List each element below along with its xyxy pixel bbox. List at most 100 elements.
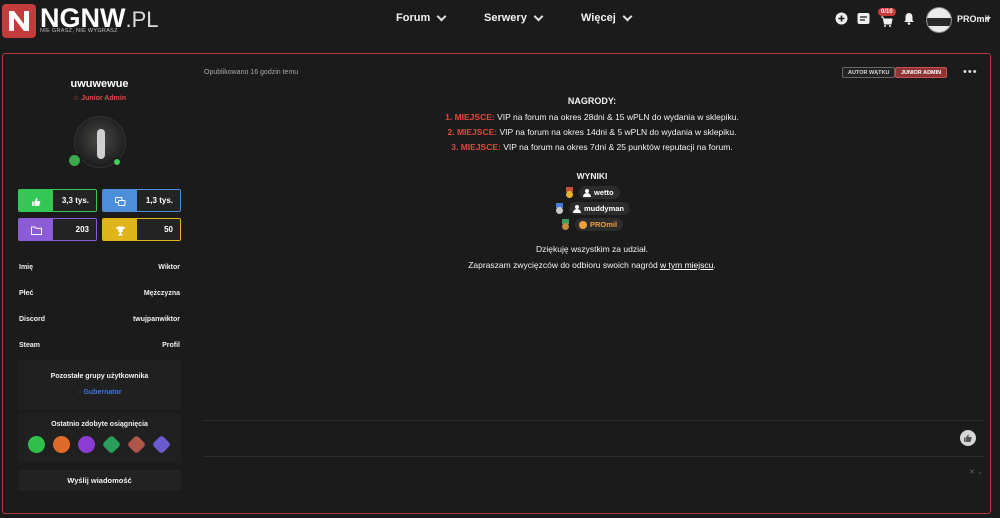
post-divider	[204, 420, 983, 421]
winner-name: PROmil	[590, 220, 618, 229]
reward-text: VIP na forum na okres 14dni & 5 wPLN do …	[497, 127, 737, 137]
reward-text: VIP na forum na okres 28dni & 15 wPLN do…	[494, 112, 739, 122]
send-message-button[interactable]: Wyślij wiadomość	[18, 470, 181, 491]
thanks-text: Dziękuję wszystkim za udział.	[536, 244, 648, 254]
achievements-box: Ostatnio zdobyte osiągnięcia	[18, 413, 181, 463]
cart-count-badge: 0/10	[878, 8, 896, 16]
winner-chip[interactable]: PROmil	[575, 218, 624, 231]
invite-suffix: .	[713, 260, 716, 270]
star-icon: ☆	[72, 95, 80, 102]
silver-medal-icon	[555, 203, 564, 214]
stat-files-value: 203	[53, 219, 96, 240]
user-icon	[583, 188, 591, 197]
stat-trophies-value: 50	[137, 219, 180, 240]
bell-icon[interactable]	[903, 12, 916, 25]
nav-serwery-label: Serwery	[484, 12, 527, 24]
reward-place: 2. MIEJSCE:	[447, 127, 498, 137]
nav-wiecej[interactable]: Więcej	[581, 11, 633, 24]
bronze-medal-icon	[561, 219, 570, 230]
achievement-icon[interactable]	[28, 436, 45, 453]
group-gubernator[interactable]: ◌ Gubernator	[18, 389, 181, 396]
nav-serwery[interactable]: Serwery	[484, 11, 544, 24]
achievement-icon[interactable]	[101, 434, 122, 455]
post-date[interactable]: Opublikowano 16 godzin temu	[204, 69, 298, 76]
stat-likes: 3,3 tys.	[18, 189, 97, 212]
thread-author-badge: AUTOR WĄTKU	[842, 67, 896, 78]
achievement-icon[interactable]	[151, 434, 172, 455]
online-status-icon	[113, 158, 121, 166]
junior-admin-badge: JUNIOR ADMIN	[895, 67, 948, 78]
info-row-discord: Discord twujpanwiktor	[18, 316, 181, 328]
invite-text: Zapraszam zwycięzców do odbioru swoich n…	[392, 260, 792, 270]
user-badge-icon	[579, 220, 587, 229]
info-value: twujpanwiktor	[132, 316, 180, 323]
user-avatar[interactable]	[926, 7, 952, 33]
info-key: Imię	[19, 264, 34, 271]
nav-wiecej-label: Więcej	[581, 12, 616, 24]
trophy-icon	[103, 219, 137, 240]
folder-icon	[19, 219, 53, 240]
author-role-label: Junior Admin	[81, 95, 127, 102]
nav-forum-label: Forum	[396, 12, 431, 24]
invite-prefix: Zapraszam zwycięzców do odbioru swoich n…	[468, 260, 661, 270]
achievements-title: Ostatnio zdobyte osiągnięcia	[51, 421, 148, 428]
logo-n-icon	[2, 4, 36, 38]
winner-3: PROmil	[561, 218, 624, 231]
stat-files: 203	[18, 218, 97, 241]
chevron-down-icon	[436, 11, 447, 21]
reward-line-1: 1. MIEJSCE: VIP na forum na okres 28dni …	[392, 112, 792, 122]
achievements-list	[28, 434, 173, 455]
winner-name: wetto	[594, 188, 614, 197]
stat-trophies: 50	[102, 218, 181, 241]
achievement-icon[interactable]	[126, 434, 147, 455]
reward-text: VIP na forum na okres 7dni & 25 punktów …	[500, 142, 733, 152]
chevron-down-icon	[533, 11, 544, 21]
site-logo[interactable]: NGNW.PL NIE GRASZ, NIE WYGRASZ	[0, 0, 159, 40]
rewards-title: NAGRODY:	[567, 96, 617, 106]
chat-bubble-icon	[67, 153, 82, 168]
reward-place: 3. MIEJSCE:	[451, 142, 501, 152]
info-row-gender: Płeć Mężczyzna	[18, 290, 181, 302]
reward-line-3: 3. MIEJSCE: VIP na forum na okres 7dni &…	[392, 142, 792, 152]
stat-posts: 1,3 tys.	[102, 189, 181, 212]
info-row-steam: Steam Profil	[18, 342, 181, 354]
stat-posts-value: 1,3 tys.	[137, 190, 180, 211]
chevron-down-icon	[622, 11, 633, 21]
nav-forum[interactable]: Forum	[396, 11, 447, 24]
info-key: Steam	[19, 342, 41, 349]
results-title: WYNIKI	[576, 171, 608, 181]
steam-profile-link[interactable]: Profil	[162, 342, 180, 349]
groups-title: Pozostałe grupy użytkownika	[50, 373, 149, 380]
info-key: Płeć	[19, 290, 34, 297]
like-button[interactable]	[960, 430, 976, 446]
info-value: Mężczyzna	[143, 290, 180, 297]
messages-icon[interactable]	[857, 12, 870, 25]
winner-1: wetto	[565, 186, 620, 199]
winner-chip[interactable]: muddyman	[569, 202, 631, 215]
logo-tagline: NIE GRASZ, NIE WYGRASZ	[40, 28, 118, 34]
top-bar: NGNW.PL NIE GRASZ, NIE WYGRASZ Forum Ser…	[0, 0, 1000, 46]
info-row-name: Imię Wiktor	[18, 264, 181, 276]
author-role: ☆ Junior Admin	[18, 94, 181, 102]
stat-likes-value: 3,3 tys.	[53, 190, 96, 211]
group-gubernator-label: Gubernator	[83, 389, 122, 396]
add-icon[interactable]	[835, 12, 848, 25]
reward-place: 1. MIEJSCE:	[445, 112, 495, 122]
info-value: Wiktor	[158, 264, 180, 271]
achievement-icon[interactable]	[53, 436, 70, 453]
gold-medal-icon	[565, 187, 574, 198]
groups-box: Pozostałe grupy użytkownika ◌ Gubernator	[18, 360, 181, 410]
author-username[interactable]: uwuwewue	[18, 78, 181, 90]
winner-name: muddyman	[584, 204, 625, 213]
winner-2: muddyman	[555, 202, 631, 215]
close-icon[interactable]: ✕ ⌄	[969, 468, 983, 476]
comments-icon	[103, 190, 137, 211]
info-key: Discord	[19, 316, 46, 323]
thumbs-up-icon	[19, 190, 53, 211]
user-icon	[573, 204, 581, 213]
caret-down-icon[interactable]	[985, 17, 991, 21]
winner-chip[interactable]: wetto	[579, 186, 620, 199]
invite-link[interactable]: w tym miejscu	[660, 260, 713, 270]
more-options-icon[interactable]: •••	[963, 66, 978, 78]
achievement-icon[interactable]	[78, 436, 95, 453]
